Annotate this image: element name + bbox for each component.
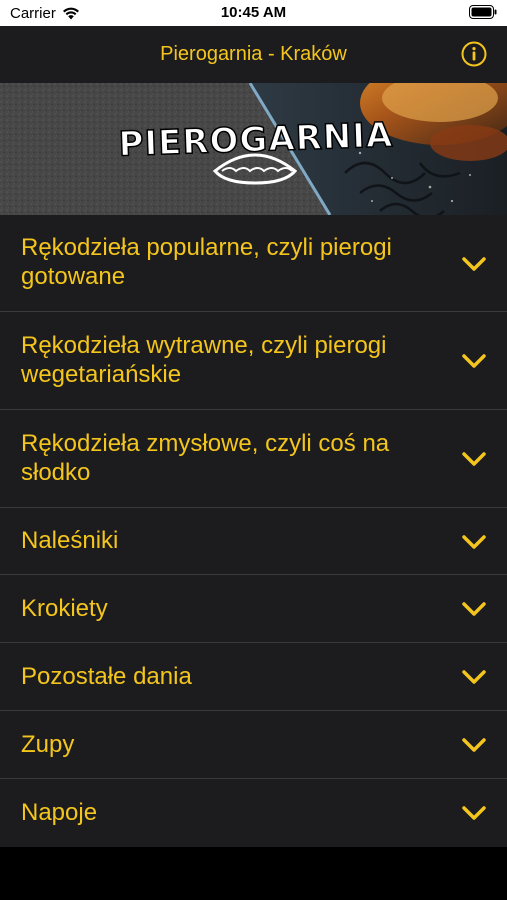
menu-item-zupy[interactable]: Zupy: [0, 711, 507, 779]
menu-item-label: Napoje: [21, 799, 98, 826]
chevron-down-icon: [462, 738, 486, 752]
banner-image: PIEROGARNIA: [0, 83, 507, 215]
bottom-area: [0, 847, 507, 900]
menu-item-pierogi-gotowane[interactable]: Rękodzieła popularne, czyli pierogi goto…: [0, 215, 507, 312]
menu-item-label: Zupy: [21, 731, 75, 758]
battery-icon: [469, 5, 497, 24]
chevron-down-icon: [462, 602, 486, 616]
menu-item-label: Naleśniki: [21, 527, 119, 554]
status-bar: Carrier 10:45 AM: [0, 0, 507, 26]
page-title: Pierogarnia - Kraków: [160, 43, 347, 65]
chevron-down-icon: [462, 452, 486, 466]
chevron-down-icon: [462, 257, 486, 271]
menu-item-na-slodko[interactable]: Rękodzieła zmysłowe, czyli coś na słodko: [0, 410, 507, 508]
menu-item-label: Pozostałe dania: [21, 663, 192, 690]
restaurant-banner: PIEROGARNIA: [0, 83, 507, 215]
chevron-down-icon: [462, 806, 486, 820]
menu-item-nalesniki[interactable]: Naleśniki: [0, 508, 507, 575]
info-button[interactable]: [461, 41, 487, 67]
menu-item-pozostale-dania[interactable]: Pozostałe dania: [0, 643, 507, 711]
menu-item-napoje[interactable]: Napoje: [0, 779, 507, 847]
menu-category-list: Rękodzieła popularne, czyli pierogi goto…: [0, 215, 507, 847]
chevron-down-icon: [462, 535, 486, 549]
chevron-down-icon: [462, 670, 486, 684]
menu-item-label: Krokiety: [21, 595, 108, 622]
menu-item-label: Rękodzieła zmysłowe, czyli coś na słodko: [21, 430, 390, 486]
chevron-down-icon: [462, 354, 486, 368]
menu-item-label: Rękodzieła wytrawne, czyli pierogi weget…: [21, 332, 387, 388]
navigation-bar: Pierogarnia - Kraków: [0, 26, 507, 83]
info-circle-icon: [461, 41, 487, 67]
status-time: 10:45 AM: [220, 4, 287, 21]
menu-item-label: Rękodzieła popularne, czyli pierogi goto…: [21, 234, 392, 290]
menu-item-pierogi-wegetarianskie[interactable]: Rękodzieła wytrawne, czyli pierogi weget…: [0, 312, 507, 410]
menu-item-krokiety[interactable]: Krokiety: [0, 575, 507, 643]
